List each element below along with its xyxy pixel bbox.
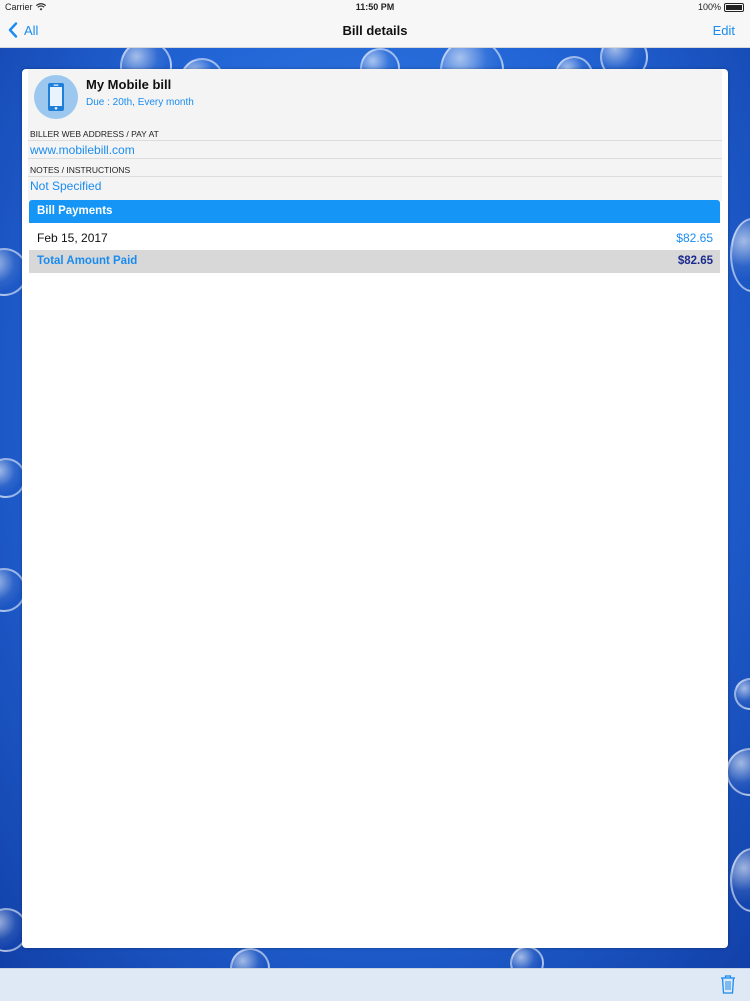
notes-value: Not Specified	[30, 179, 102, 193]
bottom-toolbar	[0, 968, 750, 1001]
notes-label: NOTES / INSTRUCTIONS	[30, 165, 131, 175]
payment-row[interactable]: Feb 15, 2017 $82.65	[29, 224, 720, 250]
background-bubble	[726, 748, 750, 796]
status-time: 11:50 PM	[355, 2, 395, 12]
page-title: Bill details	[342, 23, 408, 38]
divider	[28, 140, 722, 141]
bill-payments-header: Bill Payments	[29, 200, 720, 223]
bill-icon-container	[34, 75, 78, 119]
background-bubble	[510, 946, 544, 968]
background-bubble	[230, 948, 270, 968]
divider	[28, 176, 722, 177]
web-address-link[interactable]: www.mobilebill.com	[30, 143, 135, 157]
bill-due-date: Due : 20th, Every month	[86, 97, 194, 108]
divider	[28, 158, 722, 159]
trash-icon	[721, 975, 735, 994]
bill-details-card: My Mobile bill Due : 20th, Every month B…	[22, 69, 728, 948]
bill-summary: My Mobile bill Due : 20th, Every month B…	[28, 69, 722, 201]
total-paid-label: Total Amount Paid	[37, 255, 138, 267]
background-bubble	[730, 218, 750, 292]
status-bar: Carrier 11:50 PM 100%	[0, 0, 750, 14]
payment-amount: $82.65	[676, 231, 713, 245]
battery-group: 100%	[698, 2, 744, 12]
battery-percent: 100%	[697, 2, 721, 12]
total-paid-amount: $82.65	[677, 255, 713, 267]
background-bubble	[730, 848, 750, 912]
battery-icon	[724, 2, 744, 12]
navigation-bar: All Bill details Edit	[0, 14, 750, 48]
background-bubble	[734, 678, 750, 710]
mobile-phone-icon	[48, 83, 64, 111]
bill-name: My Mobile bill	[86, 77, 172, 92]
bill-payments-title: Bill Payments	[37, 205, 113, 217]
edit-button[interactable]: Edit	[713, 23, 735, 38]
web-address-label: BILLER WEB ADDRESS / PAY AT	[30, 129, 159, 139]
payment-date: Feb 15, 2017	[37, 231, 108, 245]
delete-button[interactable]	[720, 974, 736, 999]
total-paid-row: Total Amount Paid $82.65	[29, 250, 720, 273]
